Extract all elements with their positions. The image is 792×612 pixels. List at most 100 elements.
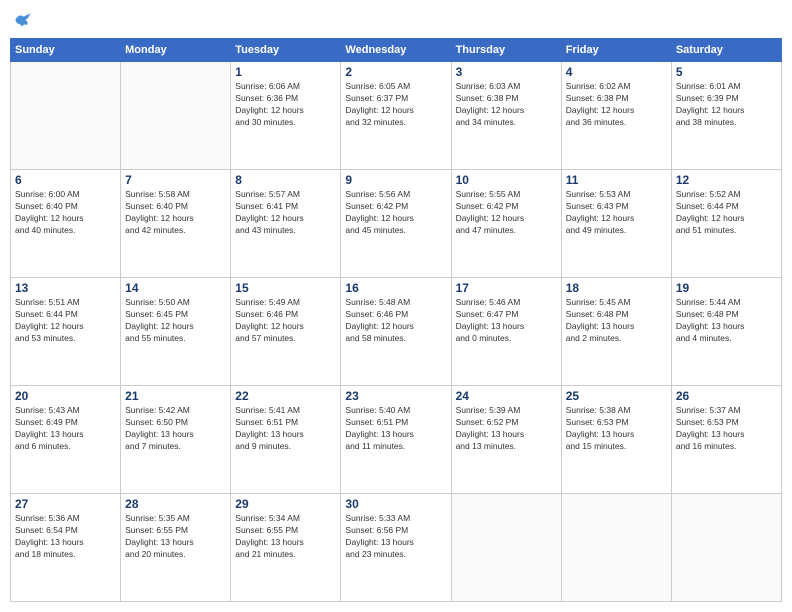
day-number: 18 — [566, 281, 667, 295]
day-info: Sunrise: 5:51 AM Sunset: 6:44 PM Dayligh… — [15, 297, 116, 345]
day-number: 7 — [125, 173, 226, 187]
calendar-cell: 1 Sunrise: 6:06 AM Sunset: 6:36 PM Daylig… — [231, 62, 341, 170]
day-number: 3 — [456, 65, 557, 79]
day-number: 12 — [676, 173, 777, 187]
day-info: Sunrise: 5:57 AM Sunset: 6:41 PM Dayligh… — [235, 189, 336, 237]
page: SundayMondayTuesdayWednesdayThursdayFrid… — [0, 0, 792, 612]
day-info: Sunrise: 5:41 AM Sunset: 6:51 PM Dayligh… — [235, 405, 336, 453]
day-number: 25 — [566, 389, 667, 403]
day-number: 9 — [345, 173, 446, 187]
day-info: Sunrise: 5:53 AM Sunset: 6:43 PM Dayligh… — [566, 189, 667, 237]
day-info: Sunrise: 5:42 AM Sunset: 6:50 PM Dayligh… — [125, 405, 226, 453]
calendar-cell — [11, 62, 121, 170]
day-info: Sunrise: 6:00 AM Sunset: 6:40 PM Dayligh… — [15, 189, 116, 237]
day-info: Sunrise: 5:43 AM Sunset: 6:49 PM Dayligh… — [15, 405, 116, 453]
day-info: Sunrise: 5:48 AM Sunset: 6:46 PM Dayligh… — [345, 297, 446, 345]
calendar-cell: 24 Sunrise: 5:39 AM Sunset: 6:52 PM Dayli… — [451, 386, 561, 494]
calendar-cell: 18 Sunrise: 5:45 AM Sunset: 6:48 PM Dayli… — [561, 278, 671, 386]
day-number: 22 — [235, 389, 336, 403]
day-number: 1 — [235, 65, 336, 79]
day-number: 2 — [345, 65, 446, 79]
calendar-cell: 4 Sunrise: 6:02 AM Sunset: 6:38 PM Daylig… — [561, 62, 671, 170]
weekday-tuesday: Tuesday — [231, 39, 341, 62]
calendar-cell: 23 Sunrise: 5:40 AM Sunset: 6:51 PM Dayli… — [341, 386, 451, 494]
day-number: 19 — [676, 281, 777, 295]
week-row-5: 27Sunrise: 5:36 AM Sunset: 6:54 PM Dayli… — [11, 494, 782, 602]
day-number: 8 — [235, 173, 336, 187]
calendar-cell: 15Sunrise: 5:49 AM Sunset: 6:46 PM Dayli… — [231, 278, 341, 386]
calendar-cell: 6 Sunrise: 6:00 AM Sunset: 6:40 PM Daylig… — [11, 170, 121, 278]
calendar-cell: 7 Sunrise: 5:58 AM Sunset: 6:40 PM Daylig… — [121, 170, 231, 278]
day-info: Sunrise: 6:01 AM Sunset: 6:39 PM Dayligh… — [676, 81, 777, 129]
day-number: 17 — [456, 281, 557, 295]
day-info: Sunrise: 5:49 AM Sunset: 6:46 PM Dayligh… — [235, 297, 336, 345]
calendar-cell: 12 Sunrise: 5:52 AM Sunset: 6:44 PM Dayli… — [671, 170, 781, 278]
calendar-cell — [121, 62, 231, 170]
day-number: 11 — [566, 173, 667, 187]
calendar-cell: 9 Sunrise: 5:56 AM Sunset: 6:42 PM Daylig… — [341, 170, 451, 278]
calendar-cell: 13 Sunrise: 5:51 AM Sunset: 6:44 PM Dayli… — [11, 278, 121, 386]
day-info: Sunrise: 5:52 AM Sunset: 6:44 PM Dayligh… — [676, 189, 777, 237]
weekday-header-row: SundayMondayTuesdayWednesdayThursdayFrid… — [11, 39, 782, 62]
day-info: Sunrise: 5:46 AM Sunset: 6:47 PM Dayligh… — [456, 297, 557, 345]
day-info: Sunrise: 5:50 AM Sunset: 6:45 PM Dayligh… — [125, 297, 226, 345]
day-info: Sunrise: 5:34 AM Sunset: 6:55 PM Dayligh… — [235, 513, 336, 561]
calendar-cell: 30 Sunrise: 5:33 AM Sunset: 6:56 PM Dayli… — [341, 494, 451, 602]
calendar-table: SundayMondayTuesdayWednesdayThursdayFrid… — [10, 38, 782, 602]
calendar-cell — [451, 494, 561, 602]
day-number: 23 — [345, 389, 446, 403]
day-number: 20 — [15, 389, 116, 403]
calendar-cell: 27Sunrise: 5:36 AM Sunset: 6:54 PM Dayli… — [11, 494, 121, 602]
calendar-cell: 14 Sunrise: 5:50 AM Sunset: 6:45 PM Dayli… — [121, 278, 231, 386]
day-info: Sunrise: 5:39 AM Sunset: 6:52 PM Dayligh… — [456, 405, 557, 453]
calendar-cell — [561, 494, 671, 602]
calendar-cell: 3 Sunrise: 6:03 AM Sunset: 6:38 PM Daylig… — [451, 62, 561, 170]
day-info: Sunrise: 5:56 AM Sunset: 6:42 PM Dayligh… — [345, 189, 446, 237]
day-info: Sunrise: 5:40 AM Sunset: 6:51 PM Dayligh… — [345, 405, 446, 453]
day-number: 14 — [125, 281, 226, 295]
logo — [10, 10, 32, 30]
day-number: 27 — [15, 497, 116, 511]
day-info: Sunrise: 5:55 AM Sunset: 6:42 PM Dayligh… — [456, 189, 557, 237]
week-row-3: 13 Sunrise: 5:51 AM Sunset: 6:44 PM Dayli… — [11, 278, 782, 386]
day-info: Sunrise: 5:33 AM Sunset: 6:56 PM Dayligh… — [345, 513, 446, 561]
day-number: 24 — [456, 389, 557, 403]
weekday-sunday: Sunday — [11, 39, 121, 62]
day-number: 21 — [125, 389, 226, 403]
weekday-thursday: Thursday — [451, 39, 561, 62]
calendar-cell: 10Sunrise: 5:55 AM Sunset: 6:42 PM Dayli… — [451, 170, 561, 278]
day-number: 28 — [125, 497, 226, 511]
calendar-cell: 11 Sunrise: 5:53 AM Sunset: 6:43 PM Dayli… — [561, 170, 671, 278]
day-info: Sunrise: 5:35 AM Sunset: 6:55 PM Dayligh… — [125, 513, 226, 561]
calendar-cell: 29 Sunrise: 5:34 AM Sunset: 6:55 PM Dayli… — [231, 494, 341, 602]
calendar-cell: 17 Sunrise: 5:46 AM Sunset: 6:47 PM Dayli… — [451, 278, 561, 386]
day-info: Sunrise: 6:06 AM Sunset: 6:36 PM Dayligh… — [235, 81, 336, 129]
calendar-cell: 19 Sunrise: 5:44 AM Sunset: 6:48 PM Dayli… — [671, 278, 781, 386]
week-row-4: 20 Sunrise: 5:43 AM Sunset: 6:49 PM Dayli… — [11, 386, 782, 494]
day-info: Sunrise: 6:02 AM Sunset: 6:38 PM Dayligh… — [566, 81, 667, 129]
day-info: Sunrise: 5:58 AM Sunset: 6:40 PM Dayligh… — [125, 189, 226, 237]
calendar-cell: 22 Sunrise: 5:41 AM Sunset: 6:51 PM Dayli… — [231, 386, 341, 494]
day-number: 29 — [235, 497, 336, 511]
calendar-cell: 8 Sunrise: 5:57 AM Sunset: 6:41 PM Daylig… — [231, 170, 341, 278]
calendar-cell: 26Sunrise: 5:37 AM Sunset: 6:53 PM Dayli… — [671, 386, 781, 494]
day-info: Sunrise: 5:45 AM Sunset: 6:48 PM Dayligh… — [566, 297, 667, 345]
day-number: 13 — [15, 281, 116, 295]
day-info: Sunrise: 5:44 AM Sunset: 6:48 PM Dayligh… — [676, 297, 777, 345]
weekday-monday: Monday — [121, 39, 231, 62]
day-info: Sunrise: 5:38 AM Sunset: 6:53 PM Dayligh… — [566, 405, 667, 453]
calendar-cell: 5Sunrise: 6:01 AM Sunset: 6:39 PM Daylig… — [671, 62, 781, 170]
calendar-cell: 2Sunrise: 6:05 AM Sunset: 6:37 PM Daylig… — [341, 62, 451, 170]
calendar-cell: 25 Sunrise: 5:38 AM Sunset: 6:53 PM Dayli… — [561, 386, 671, 494]
logo-bird-icon — [12, 10, 32, 30]
header — [10, 10, 782, 30]
calendar-cell: 20 Sunrise: 5:43 AM Sunset: 6:49 PM Dayli… — [11, 386, 121, 494]
day-number: 30 — [345, 497, 446, 511]
day-number: 26 — [676, 389, 777, 403]
day-number: 4 — [566, 65, 667, 79]
calendar-cell: 21 Sunrise: 5:42 AM Sunset: 6:50 PM Dayli… — [121, 386, 231, 494]
week-row-2: 6 Sunrise: 6:00 AM Sunset: 6:40 PM Daylig… — [11, 170, 782, 278]
week-row-1: 1 Sunrise: 6:06 AM Sunset: 6:36 PM Daylig… — [11, 62, 782, 170]
day-info: Sunrise: 6:03 AM Sunset: 6:38 PM Dayligh… — [456, 81, 557, 129]
day-number: 6 — [15, 173, 116, 187]
